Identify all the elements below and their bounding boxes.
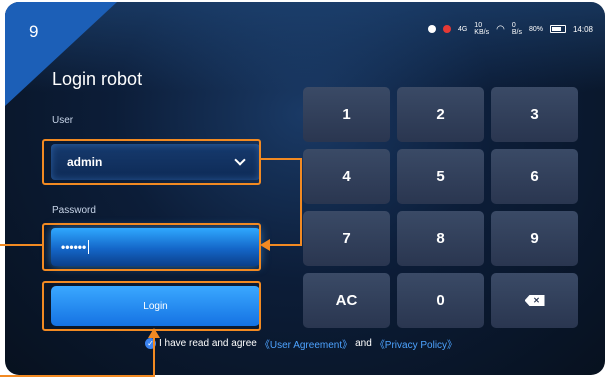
record-icon — [427, 25, 436, 33]
annotation-arrow — [260, 239, 270, 251]
network-speed-2: 0 B/s — [511, 22, 522, 36]
backspace-icon: ✕ — [524, 295, 545, 306]
step-number: 9 — [29, 22, 39, 41]
page-title: Login robot — [52, 69, 143, 89]
annotation-line — [153, 338, 155, 377]
user-highlight-box — [42, 139, 261, 185]
user-agreement-link[interactable]: 《User Agreement》 — [260, 336, 352, 351]
user-label: User — [52, 115, 74, 126]
password-highlight-box — [42, 223, 261, 271]
key-0[interactable]: 0 — [397, 273, 484, 328]
key-5[interactable]: 5 — [397, 149, 484, 204]
and-text: and — [355, 338, 372, 349]
network-speed-1: 10 KB/s — [474, 22, 490, 36]
key-8[interactable]: 8 — [397, 211, 484, 266]
step-badge — [5, 2, 117, 106]
agreement-text: I have read and agree — [159, 338, 257, 349]
key-9[interactable]: 9 — [491, 211, 578, 266]
annotation-line — [259, 158, 302, 160]
battery-level: 80% — [528, 25, 543, 33]
login-highlight-box — [42, 281, 261, 331]
annotation-line — [300, 158, 302, 246]
key-7[interactable]: 7 — [303, 211, 390, 266]
key-4[interactable]: 4 — [303, 149, 390, 204]
key-ac[interactable]: AC — [303, 273, 390, 328]
key-6[interactable]: 6 — [491, 149, 578, 204]
signal-label: 4G — [457, 25, 468, 33]
annotation-line — [0, 244, 42, 246]
annotation-arrow — [148, 328, 160, 338]
key-1[interactable]: 1 — [303, 87, 390, 142]
annotation-line — [0, 375, 155, 377]
wifi-icon: ◠ — [496, 23, 505, 35]
location-icon — [442, 25, 451, 33]
annotation-line — [270, 244, 302, 246]
battery-icon — [549, 25, 566, 33]
key-backspace[interactable]: ✕ — [491, 273, 578, 328]
key-2[interactable]: 2 — [397, 87, 484, 142]
agreement-row: ✓ I have read and agree 《User Agreement》… — [145, 336, 457, 351]
clock: 14:08 — [572, 24, 593, 34]
status-bar: 4G 10 KB/s ◠ 0 B/s 80% 14:08 — [427, 22, 593, 36]
key-3[interactable]: 3 — [491, 87, 578, 142]
numeric-keypad: 1 2 3 4 5 6 7 8 9 AC 0 ✕ — [303, 87, 578, 328]
password-label: Password — [52, 205, 96, 216]
privacy-policy-link[interactable]: 《Privacy Policy》 — [375, 336, 457, 351]
